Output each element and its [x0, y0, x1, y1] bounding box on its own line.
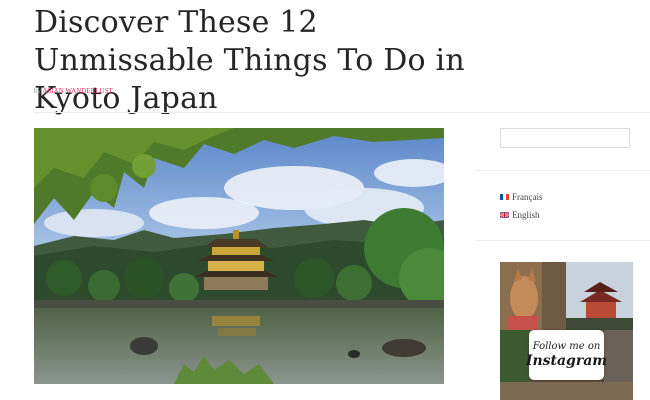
- sidebar-divider: [476, 170, 650, 171]
- instagram-line2: Instagram: [525, 353, 608, 369]
- featured-image: [34, 128, 444, 384]
- header-divider: [34, 112, 650, 113]
- instagram-widget[interactable]: Follow me on Instagram: [500, 262, 633, 400]
- post-title: Discover These 12 Unmissable Things To D…: [34, 5, 465, 116]
- byline: by ASIAN WANDERLUST: [34, 87, 113, 95]
- language-label-english: English: [512, 210, 540, 220]
- language-link-english[interactable]: English: [500, 210, 540, 220]
- author-link[interactable]: ASIAN WANDERLUST: [42, 87, 112, 95]
- language-label-french: Français: [512, 192, 543, 202]
- byline-prefix: by: [34, 87, 41, 95]
- sidebar-divider-2: [476, 240, 650, 241]
- language-link-french[interactable]: Français: [500, 192, 543, 202]
- instagram-badge: Follow me on Instagram: [525, 330, 608, 380]
- france-flag-icon: [500, 194, 509, 200]
- search-input[interactable]: [500, 128, 630, 148]
- uk-flag-icon: [500, 212, 509, 218]
- instagram-line1: Follow me on: [532, 341, 601, 352]
